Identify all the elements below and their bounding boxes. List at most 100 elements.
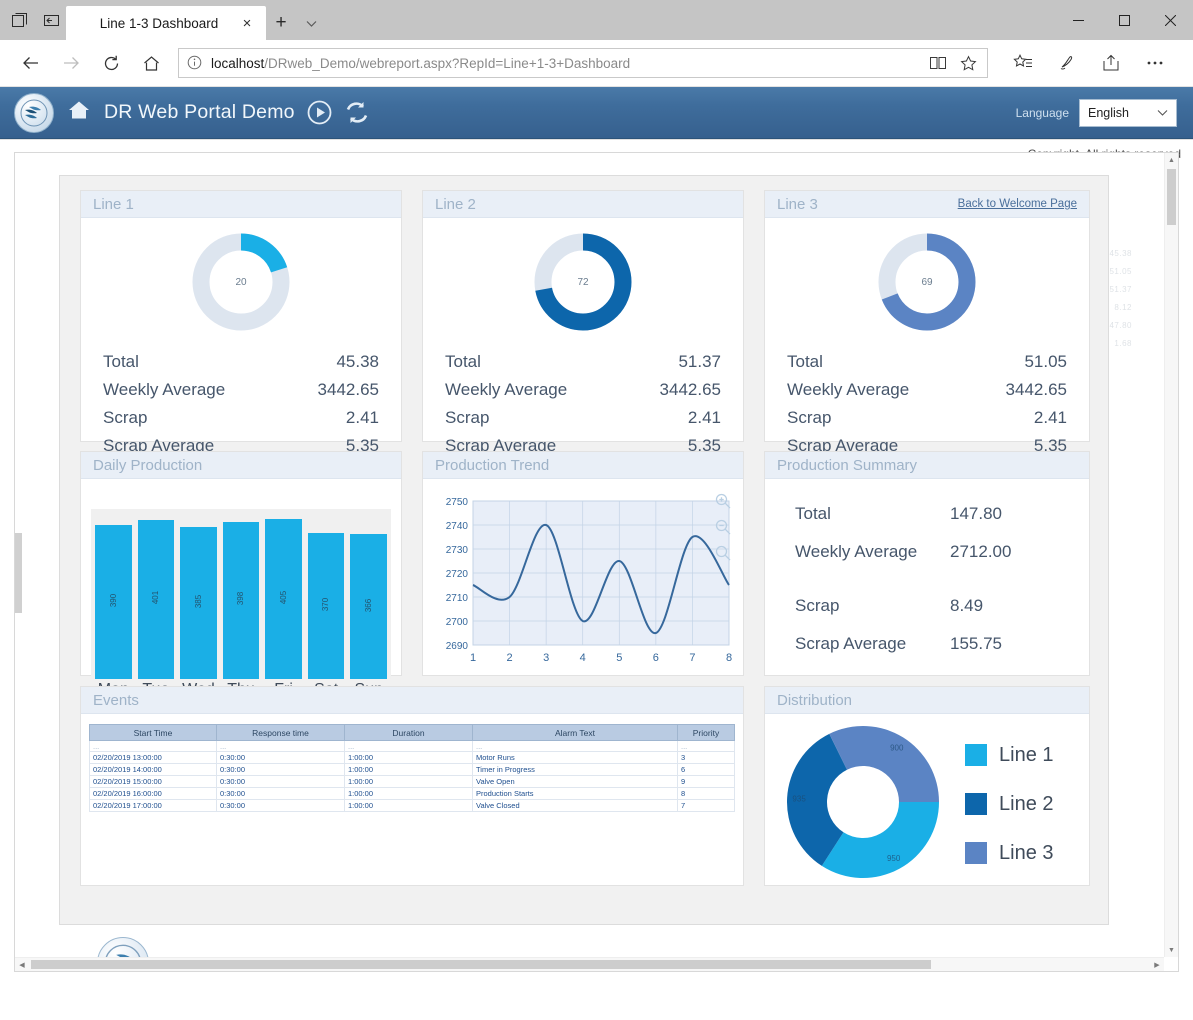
kpi-list: Total 51.37 Weekly Average 3442.65 Scrap (423, 336, 743, 460)
kpi-label: Weekly Average (103, 380, 225, 400)
more-options-icon[interactable] (1138, 44, 1172, 82)
zoom-out-icon[interactable] (715, 519, 731, 535)
kpi-row: Scrap 2.41 (103, 404, 379, 432)
events-filter-cell[interactable]: ... (217, 741, 345, 752)
events-filter-cell[interactable]: ... (473, 741, 678, 752)
panel-header: Line 1 (81, 191, 401, 218)
kpi-row: Total 45.38 (103, 348, 379, 376)
favorites-hub-icon[interactable] (1006, 44, 1040, 82)
horizontal-scrollbar[interactable]: ◀ ▶ (15, 957, 1164, 971)
back-to-welcome-link[interactable]: Back to Welcome Page (958, 198, 1077, 210)
events-table-wrapper: Start TimeResponse timeDurationAlarm Tex… (81, 714, 743, 812)
chevron-down-icon[interactable] (296, 6, 326, 40)
table-row[interactable]: 02/20/2019 14:00:000:30:001:00:00Timer i… (90, 764, 735, 776)
set-aside-tabs-icon[interactable] (42, 11, 60, 29)
summary-label: Scrap Average (795, 634, 950, 654)
web-notes-icon[interactable] (1050, 44, 1084, 82)
kpi-label: Scrap (445, 408, 489, 428)
events-column-header[interactable]: Duration (345, 725, 473, 741)
kpi-label: Total (103, 352, 139, 372)
bar-column: 401 (138, 509, 175, 679)
events-filter-cell[interactable]: ... (678, 741, 735, 752)
bar[interactable]: 401 (138, 520, 175, 679)
home-icon[interactable] (132, 44, 170, 82)
url-path: /DRweb_Demo/webreport.aspx?RepId=Line+1-… (264, 56, 630, 71)
scroll-right-arrow-icon[interactable]: ▶ (1150, 958, 1164, 971)
events-column-header[interactable]: Priority (678, 725, 735, 741)
kpi-value: 51.37 (678, 352, 721, 372)
events-cell: Motor Runs (473, 752, 678, 764)
reading-view-icon[interactable] (927, 52, 949, 74)
horizontal-scroll-thumb[interactable] (31, 960, 931, 969)
vertical-scrollbar[interactable]: ▲ ▼ (1164, 153, 1178, 957)
events-cell: 3 (678, 752, 735, 764)
language-select[interactable]: English (1079, 99, 1177, 127)
refresh-icon[interactable] (92, 44, 130, 82)
donut-slice[interactable] (829, 726, 939, 802)
bar[interactable]: 366 (350, 534, 387, 679)
table-row[interactable]: 02/20/2019 17:00:000:30:001:00:00Valve C… (90, 800, 735, 812)
events-cell: 0:30:00 (217, 788, 345, 800)
bar[interactable]: 370 (308, 533, 345, 679)
kpi-list: Total 51.05 Weekly Average 3442.65 Scrap (765, 336, 1089, 460)
events-cell: 8 (678, 788, 735, 800)
zoom-in-icon[interactable] (715, 493, 731, 509)
tab-preview-icon[interactable] (10, 11, 28, 29)
star-icon[interactable] (957, 52, 979, 74)
tab-strip-system-icons (0, 0, 66, 40)
zoom-reset-icon[interactable] (715, 545, 731, 561)
bar-value-label: 401 (151, 591, 160, 604)
x-axis-tick: 8 (726, 652, 732, 664)
panel-header: Production Trend (423, 452, 743, 479)
refresh-cycle-icon[interactable] (344, 100, 370, 125)
bar[interactable]: 385 (180, 527, 217, 679)
panel-production-trend: Production Trend 26902700271027202730274… (422, 451, 744, 676)
share-icon[interactable] (1094, 44, 1128, 82)
x-axis-tick: 5 (616, 652, 622, 664)
browser-tab[interactable]: Line 1-3 Dashboard × (66, 6, 266, 40)
scroll-left-arrow-icon[interactable]: ◀ (15, 958, 29, 971)
gauge-value: 69 (873, 228, 981, 336)
donut-slice-label: 900 (890, 744, 904, 753)
address-bar[interactable]: localhost/DRweb_Demo/webreport.aspx?RepI… (178, 48, 988, 78)
events-column-header[interactable]: Response time (217, 725, 345, 741)
table-row[interactable]: 02/20/2019 13:00:000:30:001:00:00Motor R… (90, 752, 735, 764)
back-arrow-icon[interactable] (12, 44, 50, 82)
events-column-header[interactable]: Alarm Text (473, 725, 678, 741)
report-page: 45.38 51.05 51.37 8.12 147.80 1.68 Line … (39, 175, 1154, 951)
new-tab-button[interactable]: + (266, 6, 296, 40)
minimize-icon[interactable] (1055, 0, 1101, 40)
events-cell: 02/20/2019 17:00:00 (90, 800, 217, 812)
panel-events: Events Start TimeResponse timeDurationAl… (80, 686, 744, 886)
table-row[interactable]: 02/20/2019 15:00:000:30:001:00:00Valve O… (90, 776, 735, 788)
donut-slice[interactable] (822, 802, 939, 878)
kpi-row: Weekly Average 3442.65 (787, 376, 1067, 404)
scroll-up-arrow-icon[interactable]: ▲ (1165, 153, 1178, 167)
scroll-down-arrow-icon[interactable]: ▼ (1165, 943, 1178, 957)
events-filter-cell[interactable]: ... (90, 741, 217, 752)
language-value: English (1088, 106, 1129, 120)
tab-close-icon[interactable]: × (236, 12, 258, 34)
panel-distribution: Distribution 950935900 Line 1 (764, 686, 1090, 886)
maximize-icon[interactable] (1101, 0, 1147, 40)
panel-title: Production Summary (777, 457, 917, 474)
navigation-toolbar: localhost/DRweb_Demo/webreport.aspx?RepI… (0, 40, 1193, 86)
kpi-value: 3442.65 (318, 380, 379, 400)
table-row[interactable]: 02/20/2019 16:00:000:30:001:00:00Product… (90, 788, 735, 800)
forward-arrow-icon[interactable] (52, 44, 90, 82)
window-controls (1055, 0, 1193, 40)
legend-item: Line 2 (965, 793, 1054, 816)
bar[interactable]: 398 (223, 522, 260, 679)
gauge-line-3: 69 (873, 228, 981, 336)
events-cell: Timer in Progress (473, 764, 678, 776)
kpi-value: 45.38 (336, 352, 379, 372)
window-close-icon[interactable] (1147, 0, 1193, 40)
play-icon[interactable] (307, 100, 332, 125)
events-filter-cell[interactable]: ... (345, 741, 473, 752)
x-axis-tick: 2 (507, 652, 513, 664)
app-home-icon[interactable] (66, 97, 92, 128)
bar[interactable]: 405 (265, 519, 302, 679)
bar[interactable]: 390 (95, 525, 132, 679)
events-column-header[interactable]: Start Time (90, 725, 217, 741)
vertical-scroll-thumb[interactable] (1167, 169, 1176, 225)
